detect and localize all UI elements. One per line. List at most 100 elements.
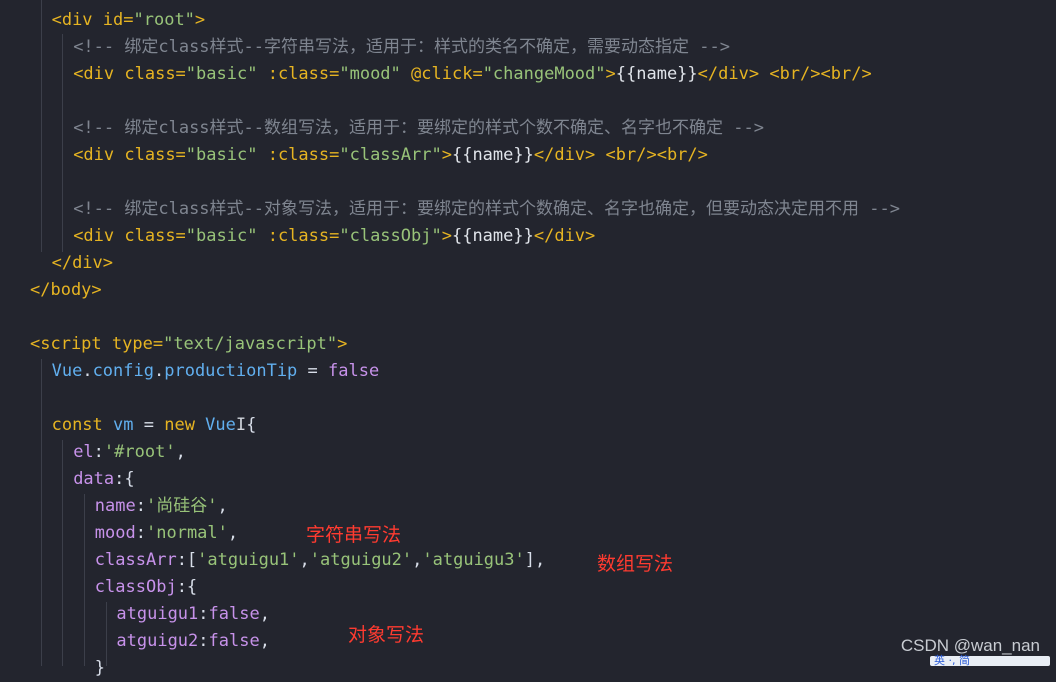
code-token: classArr: [94, 550, 177, 570]
code-token: "mood": [339, 64, 401, 84]
code-line[interactable]: <!-- 绑定class样式--数组写法，适用于：要绑定的样式个数不确定、名字也…: [73, 115, 764, 142]
code-token: data: [73, 469, 115, 489]
code-token: type=: [111, 334, 164, 354]
code-token: el: [73, 442, 94, 462]
code-token: "root": [133, 10, 195, 30]
code-token: <!-- 绑定class样式--对象写法，适用于：要绑定的样式个数确定、名字也确…: [73, 199, 900, 219]
csdn-watermark: CSDN @wan_nan: [900, 636, 1040, 655]
code-token: </div>: [533, 226, 596, 246]
code-token: >: [337, 334, 348, 354]
code-token: "text/javascript": [163, 334, 338, 354]
code-line[interactable]: classObj:{: [95, 574, 197, 601]
code-line[interactable]: <div class="basic" :class="classObj">{{n…: [73, 223, 595, 250]
code-token: "classArr": [339, 145, 442, 165]
code-line[interactable]: mood:'normal',: [95, 520, 238, 547]
code-token: Vue: [51, 361, 83, 381]
annotation-object-syntax: 对象写法: [348, 624, 425, 646]
code-line[interactable]: name:'尚硅谷',: [95, 493, 228, 520]
code-token: :: [135, 496, 146, 516]
code-token: 'normal': [146, 523, 228, 543]
code-token: <script: [30, 334, 112, 354]
code-token: </div>: [697, 64, 760, 84]
code-token: :class=: [267, 226, 340, 246]
code-token: ,: [412, 550, 423, 570]
code-token: const: [51, 415, 114, 435]
code-token: :class=: [267, 64, 340, 84]
ime-toolbar[interactable]: 英 ·, 简: [930, 654, 1050, 667]
code-line[interactable]: atguigu2:false,: [116, 628, 270, 655]
code-line[interactable]: </body>: [30, 277, 102, 304]
code-token: >: [605, 64, 616, 84]
code-token: false: [208, 604, 260, 624]
code-token: ,: [259, 631, 270, 651]
indent-guide: [41, 359, 42, 666]
code-token: '尚硅谷': [146, 496, 218, 516]
code-token: "basic": [185, 226, 258, 246]
code-token: =: [297, 361, 329, 381]
code-token: mood: [94, 523, 136, 543]
code-editor[interactable]: <div id="root"> <!-- 绑定class样式--字符串写法，适用于…: [0, 0, 1056, 678]
code-line[interactable]: <script type="text/javascript">: [30, 331, 347, 358]
code-line[interactable]: <div class="basic" :class="classArr">{{n…: [73, 142, 708, 169]
code-line[interactable]: </div>: [52, 250, 113, 277]
code-line[interactable]: <div class="basic" :class="mood" @click=…: [73, 61, 872, 88]
indent-guide: [106, 602, 107, 666]
code-token: 'atguigu2': [309, 550, 413, 570]
code-token: ,: [227, 523, 239, 543]
code-token: class=: [124, 64, 186, 84]
code-token: .: [153, 361, 165, 381]
annotation-string-syntax: 字符串写法: [306, 524, 402, 546]
code-token: </div>: [533, 145, 596, 165]
code-line[interactable]: el:'#root',: [73, 439, 186, 466]
code-line[interactable]: <!-- 绑定class样式--字符串写法，适用于：样式的类名不确定，需要动态指…: [73, 34, 730, 61]
code-token: "changeMood": [482, 64, 606, 84]
code-line[interactable]: const vm = new VueI{: [52, 412, 257, 439]
code-token: </body>: [30, 280, 102, 300]
code-token: ],: [524, 550, 546, 570]
code-token: :: [135, 523, 146, 543]
code-line[interactable]: <!-- 绑定class样式--对象写法，适用于：要绑定的样式个数确定、名字也确…: [73, 196, 900, 223]
code-token: <br/><br/>: [605, 145, 708, 165]
code-token: >: [194, 10, 206, 30]
indent-guide: [62, 440, 63, 666]
code-token: {{name}}: [451, 145, 534, 165]
code-token: {{name}}: [615, 64, 698, 84]
code-token: {: [246, 415, 257, 435]
code-token: <br/><br/>: [769, 64, 872, 84]
code-token: :: [198, 631, 209, 651]
code-token: class=: [124, 145, 186, 165]
code-token: :: [93, 442, 104, 462]
code-token: "basic": [185, 145, 258, 165]
code-token: :{: [176, 577, 198, 597]
code-token: name: [94, 496, 136, 516]
code-token: config: [92, 361, 154, 381]
code-token: :{: [114, 469, 135, 489]
code-line[interactable]: classArr:['atguigu1','atguigu2','atguigu…: [95, 547, 545, 574]
code-line[interactable]: Vue.config.productionTip = false: [52, 358, 380, 385]
code-token: :: [198, 604, 209, 624]
indent-guide: [62, 34, 63, 252]
code-token: new: [164, 415, 206, 435]
code-token: <!-- 绑定class样式--数组写法，适用于：要绑定的样式个数不确定、名字也…: [73, 118, 764, 138]
code-token: .: [82, 361, 93, 381]
code-line[interactable]: }: [95, 655, 105, 682]
code-line[interactable]: atguigu1:false,: [116, 601, 270, 628]
code-token: vm: [113, 415, 134, 435]
text-cursor: I: [235, 415, 247, 435]
code-token: <!-- 绑定class样式--字符串写法，适用于：样式的类名不确定，需要动态指…: [73, 37, 730, 57]
code-token: {{name}}: [451, 226, 534, 246]
code-token: >: [441, 226, 452, 246]
code-line[interactable]: <div id="root">: [52, 7, 206, 34]
code-line[interactable]: data:{: [73, 466, 134, 493]
code-token: <div: [73, 64, 125, 84]
code-token: productionTip: [164, 361, 298, 381]
code-token: false: [328, 361, 380, 381]
code-token: @click=: [411, 64, 483, 84]
code-token: '#root': [103, 442, 176, 462]
code-token: :[: [176, 550, 198, 570]
